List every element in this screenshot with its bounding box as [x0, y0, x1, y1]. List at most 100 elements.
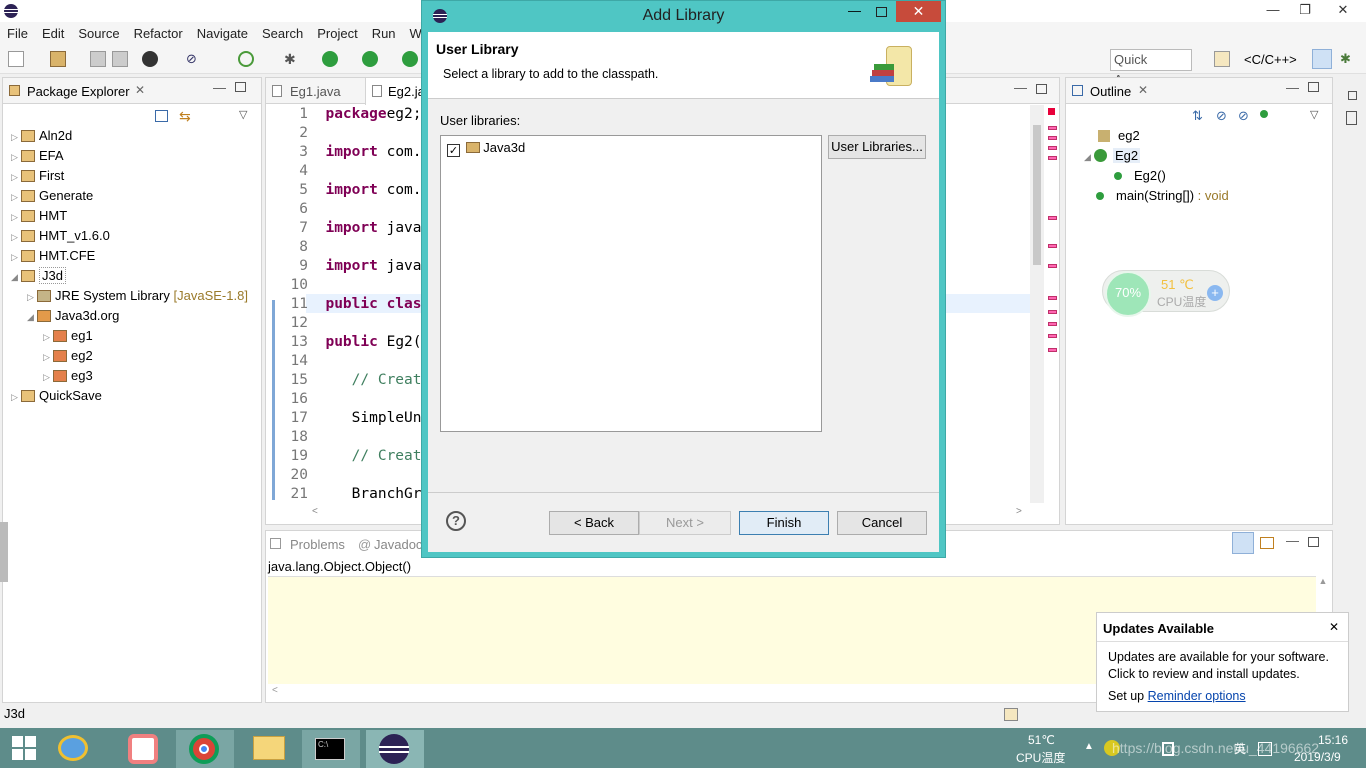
restore-icon[interactable]: ❐: [1290, 0, 1320, 20]
tree-item-quicksave[interactable]: ▷ QuickSave: [11, 386, 248, 406]
quick-access-field[interactable]: Quick Access: [1110, 49, 1192, 87]
left-scroll-handle[interactable]: [0, 522, 8, 582]
menu-search[interactable]: Search: [255, 22, 310, 44]
next-button[interactable]: Next >: [639, 511, 731, 535]
menu-refactor[interactable]: Refactor: [127, 22, 190, 44]
error-marker[interactable]: [1048, 108, 1055, 115]
warning-marker[interactable]: [1048, 348, 1057, 352]
link-icon[interactable]: [1232, 532, 1254, 554]
tree-item-efa[interactable]: ▷ EFA: [11, 146, 248, 166]
cpu-widget[interactable]: 70% 51 ℃ CPU温度 +: [1102, 270, 1230, 317]
hide-fields-icon[interactable]: ⊘: [1216, 108, 1227, 124]
menu-file[interactable]: File: [0, 22, 35, 44]
photos-app[interactable]: [116, 730, 174, 768]
dialog-maximize-icon[interactable]: [876, 7, 887, 17]
menu-project[interactable]: Project: [310, 22, 364, 44]
help-icon[interactable]: ?: [446, 511, 466, 531]
code-line[interactable]: 15 // Create: [278, 371, 439, 390]
new-icon[interactable]: [8, 51, 24, 67]
minimize-view-icon[interactable]: —: [1286, 533, 1299, 548]
close-popup-icon[interactable]: ✕: [1329, 620, 1339, 634]
code-line[interactable]: 18: [278, 428, 439, 447]
close-tab-icon[interactable]: ✕: [1138, 83, 1148, 97]
debug-icon[interactable]: ✱: [284, 51, 300, 67]
minimize-editor-icon[interactable]: —: [1014, 80, 1027, 95]
java-perspective-icon[interactable]: [1312, 49, 1332, 69]
open-attached-icon[interactable]: [1260, 537, 1274, 549]
tree-item-j3d[interactable]: ◢ J3d: [11, 266, 248, 286]
outline-item-package[interactable]: eg2: [1080, 126, 1229, 146]
cancel-button[interactable]: Cancel: [837, 511, 927, 535]
minimize-icon[interactable]: —: [1258, 0, 1288, 20]
chrome-app[interactable]: [176, 730, 234, 768]
tree-item-aln2d[interactable]: ▷ Aln2d: [11, 126, 248, 146]
code-line[interactable]: 20: [278, 466, 439, 485]
code-line[interactable]: 12: [278, 314, 439, 333]
code-line[interactable]: 9 import javax.: [278, 257, 439, 276]
tree-item-eg1[interactable]: ▷ eg1: [11, 326, 248, 346]
warning-marker[interactable]: [1048, 264, 1057, 268]
menu-navigate[interactable]: Navigate: [190, 22, 255, 44]
warning-marker[interactable]: [1048, 296, 1057, 300]
external-tools-icon[interactable]: [402, 51, 418, 67]
editor-vscroll[interactable]: [1030, 105, 1044, 503]
collapse-all-icon[interactable]: [155, 110, 168, 122]
tree-item-generate[interactable]: ▷ Generate: [11, 186, 248, 206]
link-editor-icon[interactable]: ⇆: [179, 108, 191, 125]
tree-item-hmt-cfe[interactable]: ▷ HMT.CFE: [11, 246, 248, 266]
run-config-icon[interactable]: [362, 51, 378, 67]
tree-item-hmt[interactable]: ▷ HMT: [11, 206, 248, 226]
warning-marker[interactable]: [1048, 334, 1057, 338]
warning-marker[interactable]: [1048, 126, 1057, 130]
new-package-icon[interactable]: [50, 51, 66, 67]
back-button[interactable]: < Back: [549, 511, 639, 535]
dialog-minimize-icon[interactable]: —: [848, 3, 861, 18]
code-line[interactable]: 13 public Eg2(): [278, 333, 439, 352]
save-all-icon[interactable]: [112, 51, 128, 67]
code-line[interactable]: 10: [278, 276, 439, 295]
warning-marker[interactable]: [1048, 136, 1057, 140]
minimize-view-icon[interactable]: —: [1286, 80, 1299, 95]
refresh-icon[interactable]: [238, 51, 254, 67]
file-explorer-app[interactable]: [240, 730, 298, 768]
clock-time[interactable]: 15:16: [1318, 733, 1348, 747]
maximize-view-icon[interactable]: [1308, 82, 1319, 92]
hide-nonpublic-icon[interactable]: [1260, 110, 1268, 118]
tree-item-eg3[interactable]: ▷ eg3: [11, 366, 248, 386]
code-line[interactable]: 21 BranchGrou: [278, 485, 439, 504]
warning-marker[interactable]: [1048, 322, 1057, 326]
eclipse-app[interactable]: [366, 730, 424, 768]
scroll-thumb[interactable]: [1033, 125, 1041, 265]
perspective-c-cpp[interactable]: <C/C++>: [1244, 52, 1297, 67]
code-line[interactable]: 3 import com.su: [278, 143, 439, 162]
reminder-options-link[interactable]: Reminder options: [1148, 689, 1246, 703]
code-line[interactable]: 16: [278, 390, 439, 409]
code-line[interactable]: 7 import javax.: [278, 219, 439, 238]
profile-icon[interactable]: [142, 51, 158, 67]
maximize-view-icon[interactable]: [1308, 537, 1319, 547]
tree-item-first[interactable]: ▷ First: [11, 166, 248, 186]
code-line[interactable]: 6: [278, 200, 439, 219]
tray-expand-icon[interactable]: ▲: [1084, 741, 1094, 752]
outline-tab[interactable]: Outline ✕ —: [1066, 78, 1332, 104]
warning-marker[interactable]: [1048, 244, 1057, 248]
code-line[interactable]: 5 import com.su: [278, 181, 439, 200]
tab-eg1-java[interactable]: Eg1.java: [266, 78, 364, 104]
library-checkbox[interactable]: ✓: [447, 144, 460, 157]
finish-button[interactable]: Finish: [739, 511, 829, 535]
code-line[interactable]: 8: [278, 238, 439, 257]
save-icon[interactable]: [90, 51, 106, 67]
qq-browser-app[interactable]: [46, 730, 104, 768]
run-icon[interactable]: [322, 51, 338, 67]
view-menu-icon[interactable]: ▽: [239, 108, 247, 121]
code-area[interactable]: 1 packageeg2; 2 3 import com.su 4 5 import…: [278, 105, 439, 504]
status-icon[interactable]: [1004, 708, 1018, 721]
outline-item-main[interactable]: main(String[]) : void: [1080, 186, 1229, 206]
tree-item-jre[interactable]: ▷ JRE System Library [JavaSE-1.8]: [11, 286, 248, 306]
maximize-view-icon[interactable]: [235, 82, 246, 92]
view-menu-icon[interactable]: ▽: [1310, 108, 1318, 121]
menu-edit[interactable]: Edit: [35, 22, 71, 44]
cmd-app[interactable]: C:\: [302, 730, 360, 768]
code-line[interactable]: 19 // Create: [278, 447, 439, 466]
library-item-java3d[interactable]: ✓ Java3d: [447, 140, 525, 157]
